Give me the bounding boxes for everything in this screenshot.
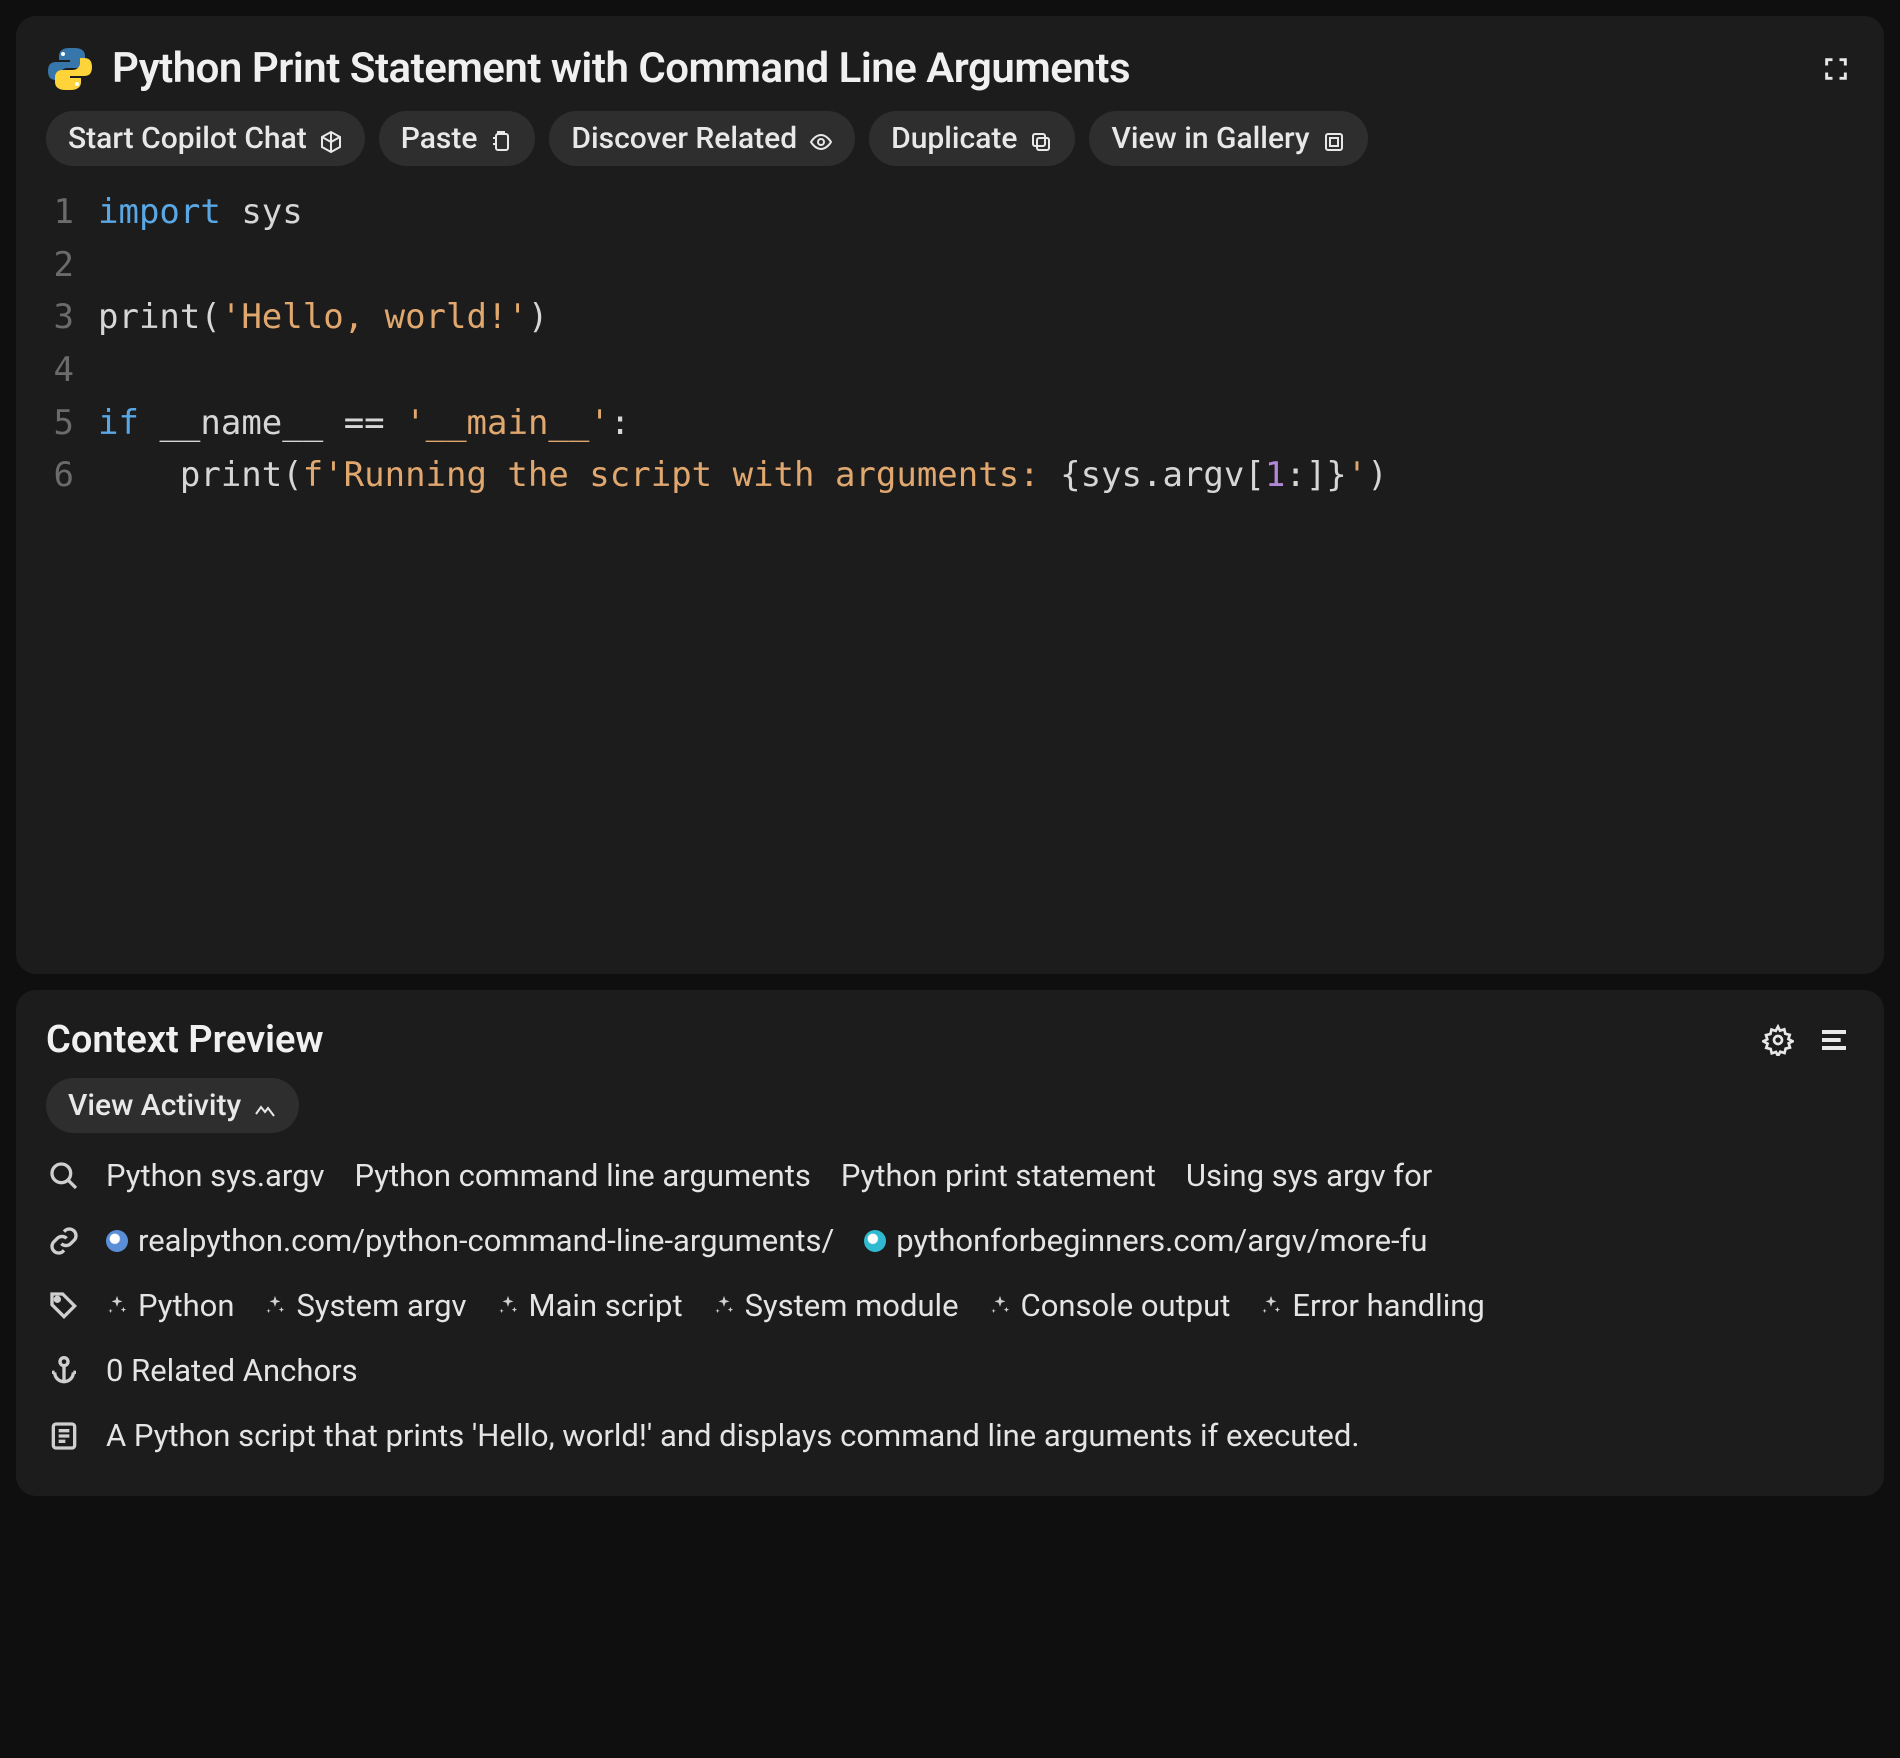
context-tag[interactable]: Console output: [989, 1287, 1231, 1324]
sparkle-icon: [264, 1287, 286, 1324]
line-number: 4: [46, 344, 98, 397]
context-header: Context Preview: [46, 1018, 1854, 1062]
action-label: Start Copilot Chat: [68, 121, 307, 156]
tag-icon: [46, 1288, 82, 1324]
action-view-in-gallery[interactable]: View in Gallery: [1089, 111, 1367, 166]
code-content[interactable]: import sys: [98, 186, 303, 239]
code-line: 4: [46, 344, 1854, 397]
favicon-icon: [106, 1230, 128, 1252]
search-terms: Python sys.argv Python command line argum…: [106, 1157, 1432, 1194]
paste-icon: [489, 127, 513, 151]
action-row: Start Copilot Chat Paste Discover Relate…: [46, 111, 1854, 166]
cube-icon: [319, 127, 343, 151]
context-link[interactable]: pythonforbeginners.com/argv/more-fu: [864, 1222, 1427, 1259]
context-search-row: Python sys.argv Python command line argum…: [46, 1143, 1854, 1208]
context-anchors-row: 0 Related Anchors: [46, 1338, 1854, 1403]
tag-text: Console output: [1021, 1287, 1231, 1324]
tag-text: Python: [138, 1287, 234, 1324]
line-number: 3: [46, 291, 98, 344]
gallery-icon: [1322, 127, 1346, 151]
context-panel: Context Preview View Activity: [16, 990, 1884, 1496]
search-icon: [46, 1158, 82, 1194]
code-line: 1import sys: [46, 186, 1854, 239]
action-start-copilot-chat[interactable]: Start Copilot Chat: [46, 111, 365, 166]
editor-panel: Python Print Statement with Command Line…: [16, 16, 1884, 974]
summary-text: A Python script that prints 'Hello, worl…: [106, 1417, 1360, 1454]
action-paste[interactable]: Paste: [379, 111, 536, 166]
view-activity-label: View Activity: [68, 1088, 241, 1123]
favicon-icon: [864, 1230, 886, 1252]
context-summary-row: A Python script that prints 'Hello, worl…: [46, 1403, 1854, 1468]
line-number: 1: [46, 186, 98, 239]
context-tag[interactable]: Python: [106, 1287, 234, 1324]
editor-header: Python Print Statement with Command Line…: [46, 44, 1854, 93]
line-number: 6: [46, 449, 98, 502]
code-content[interactable]: print(f'Running the script with argument…: [98, 449, 1388, 502]
action-label: Discover Related: [571, 121, 797, 156]
expand-button[interactable]: [1818, 51, 1854, 87]
sparkle-icon: [713, 1287, 735, 1324]
link-text: pythonforbeginners.com/argv/more-fu: [896, 1222, 1427, 1259]
tag-text: System module: [745, 1287, 959, 1324]
tag-text: Error handling: [1292, 1287, 1484, 1324]
context-tag[interactable]: Error handling: [1260, 1287, 1484, 1324]
context-title: Context Preview: [46, 1018, 1742, 1062]
action-discover-related[interactable]: Discover Related: [549, 111, 855, 166]
context-tag[interactable]: System argv: [264, 1287, 466, 1324]
sparkle-icon: [1260, 1287, 1282, 1324]
duplicate-icon: [1029, 127, 1053, 151]
anchors-label[interactable]: 0 Related Anchors: [106, 1352, 358, 1389]
view-activity-button[interactable]: View Activity: [46, 1078, 299, 1133]
link-text: realpython.com/python-command-line-argum…: [138, 1222, 834, 1259]
context-link[interactable]: realpython.com/python-command-line-argum…: [106, 1222, 834, 1259]
context-links-row: realpython.com/python-command-line-argum…: [46, 1208, 1854, 1273]
code-line: 6 print(f'Running the script with argume…: [46, 449, 1854, 502]
search-term[interactable]: Using sys argv for: [1186, 1157, 1432, 1194]
context-tag[interactable]: System module: [713, 1287, 959, 1324]
code-content[interactable]: if __name__ == '__main__':: [98, 397, 630, 450]
code-line: 2: [46, 239, 1854, 292]
context-links: realpython.com/python-command-line-argum…: [106, 1222, 1427, 1259]
search-term[interactable]: Python sys.argv: [106, 1157, 325, 1194]
context-tags-row: Python System argv Main script System modul…: [46, 1273, 1854, 1338]
link-icon: [46, 1223, 82, 1259]
eye-icon: [809, 127, 833, 151]
note-icon: [46, 1418, 82, 1454]
search-term[interactable]: Python print statement: [841, 1157, 1156, 1194]
line-number: 2: [46, 239, 98, 292]
code-content[interactable]: print('Hello, world!'): [98, 291, 548, 344]
line-number: 5: [46, 397, 98, 450]
python-icon: [46, 45, 94, 93]
action-duplicate[interactable]: Duplicate: [869, 111, 1075, 166]
tag-text: System argv: [296, 1287, 466, 1324]
sparkle-icon: [106, 1287, 128, 1324]
anchor-icon: [46, 1353, 82, 1389]
settings-button[interactable]: [1758, 1020, 1798, 1060]
code-line: 3print('Hello, world!'): [46, 291, 1854, 344]
editor-title: Python Print Statement with Command Line…: [112, 44, 1800, 93]
sparkle-icon: [497, 1287, 519, 1324]
tag-text: Main script: [529, 1287, 683, 1324]
context-tags: Python System argv Main script System modul…: [106, 1287, 1485, 1324]
code-line: 5if __name__ == '__main__':: [46, 397, 1854, 450]
context-tag[interactable]: Main script: [497, 1287, 683, 1324]
view-activity-row: View Activity: [46, 1078, 1854, 1133]
action-label: Paste: [401, 121, 478, 156]
search-term[interactable]: Python command line arguments: [355, 1157, 811, 1194]
code-editor[interactable]: 1import sys23print('Hello, world!')45if …: [46, 186, 1854, 946]
action-label: Duplicate: [891, 121, 1017, 156]
list-button[interactable]: [1814, 1020, 1854, 1060]
sparkle-icon: [989, 1287, 1011, 1324]
action-label: View in Gallery: [1111, 121, 1309, 156]
activity-icon: [253, 1094, 277, 1118]
